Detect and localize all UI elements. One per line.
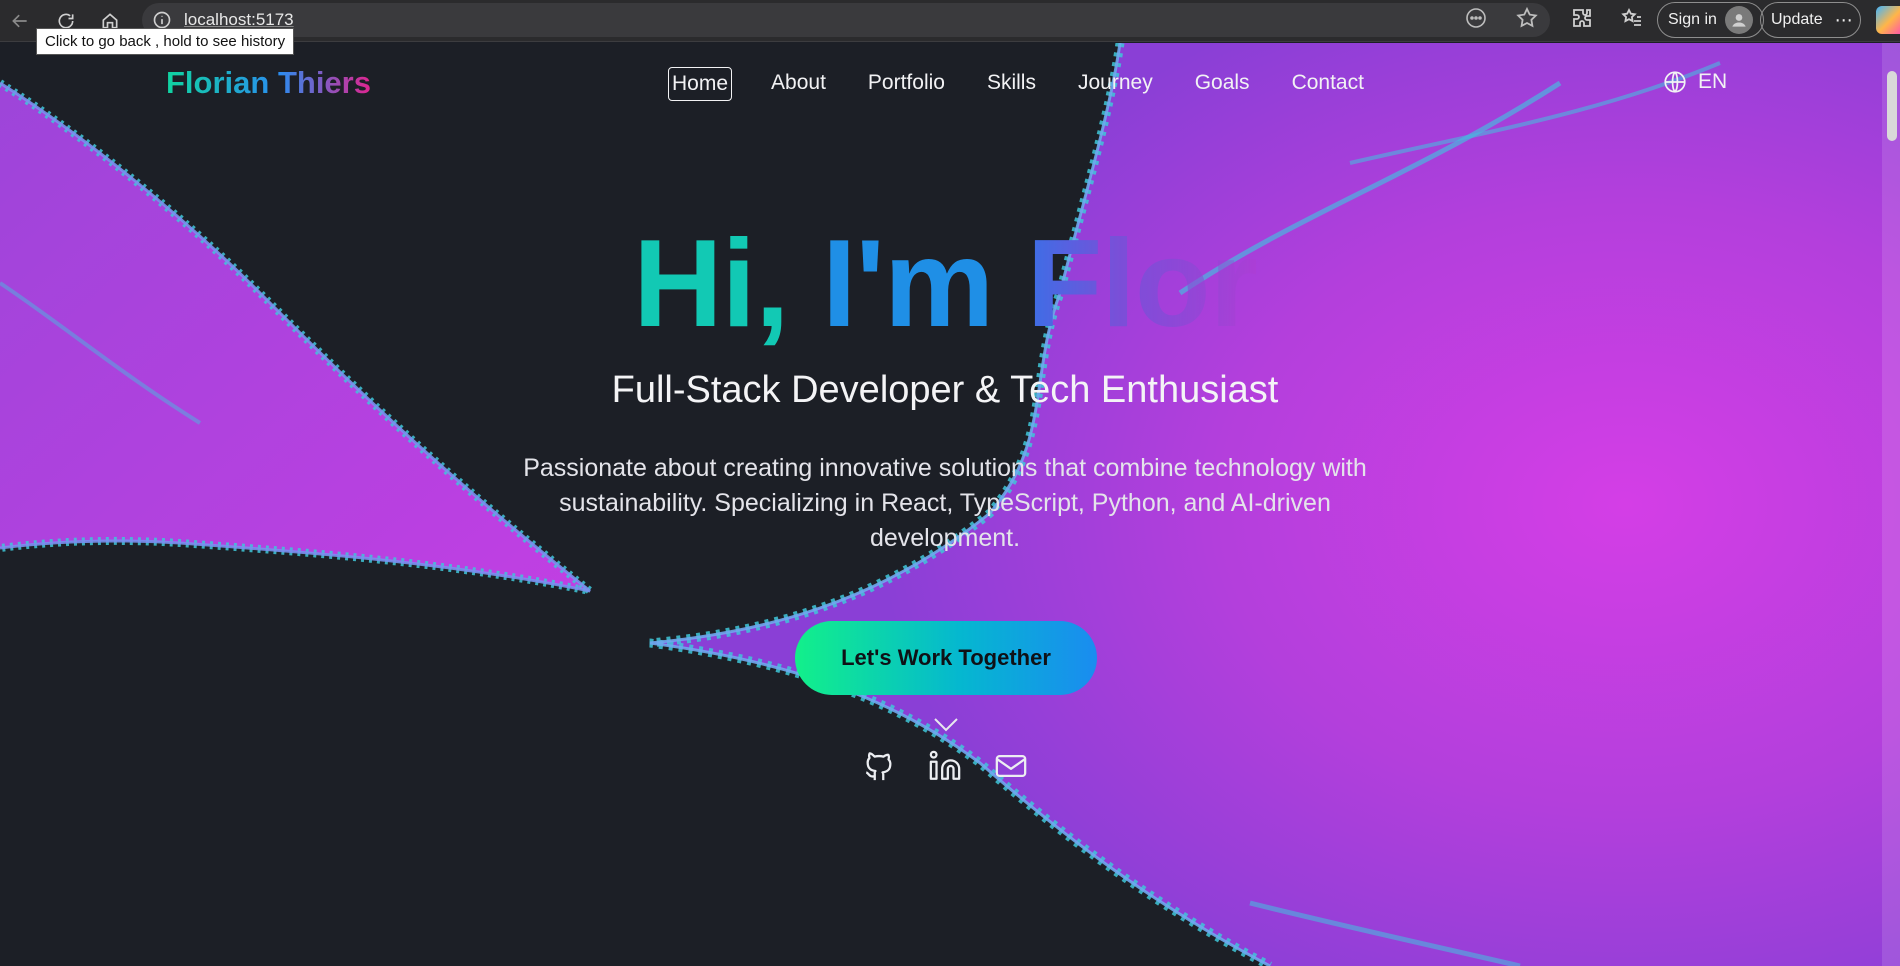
github-icon[interactable]	[862, 749, 896, 783]
url-text[interactable]: localhost:5173	[184, 10, 294, 30]
copilot-icon[interactable]	[1876, 6, 1900, 34]
nav-about[interactable]: About	[768, 67, 829, 101]
nav-contact[interactable]: Contact	[1289, 67, 1367, 101]
favorites-list-icon[interactable]	[1620, 6, 1644, 30]
mail-icon[interactable]	[994, 749, 1028, 783]
scrollbar-thumb[interactable]	[1887, 71, 1897, 141]
update-label: Update	[1771, 11, 1823, 28]
globe-icon	[1664, 71, 1686, 93]
back-button-tooltip: Click to go back , hold to see history	[36, 28, 295, 55]
linkedin-icon[interactable]	[928, 749, 962, 783]
ellipsis-icon[interactable]: ⋯	[1835, 10, 1854, 31]
chevron-down-icon[interactable]	[932, 716, 960, 734]
hero-title-part2: I'm	[822, 215, 994, 353]
avatar-icon	[1724, 6, 1753, 34]
work-together-button[interactable]: Let's Work Together	[795, 621, 1097, 695]
more-circle-icon[interactable]	[1464, 6, 1488, 30]
hero-title-part1: Hi,	[633, 215, 789, 353]
update-button[interactable]: Update ⋯	[1760, 2, 1861, 38]
nav-skills[interactable]: Skills	[984, 67, 1039, 101]
hero-title: Hi, I'm Flor	[0, 213, 1890, 355]
site-logo[interactable]: Florian Thiers	[166, 65, 371, 101]
puzzle-icon[interactable]	[1570, 6, 1594, 30]
nav-goals[interactable]: Goals	[1192, 67, 1253, 101]
page-scrollbar[interactable]	[1882, 43, 1900, 966]
social-links	[862, 749, 1028, 783]
info-icon[interactable]	[152, 10, 172, 30]
main-nav: Home About Portfolio Skills Journey Goal…	[668, 67, 1403, 101]
nav-journey[interactable]: Journey	[1075, 67, 1156, 101]
language-label: EN	[1698, 70, 1728, 93]
hero-subtitle: Full-Stack Developer & Tech Enthusiast	[611, 369, 1279, 411]
hero-title-part3: Flor	[1026, 215, 1258, 353]
sign-in-button[interactable]: Sign in	[1657, 2, 1764, 38]
nav-home[interactable]: Home	[668, 67, 733, 101]
star-icon[interactable]	[1515, 6, 1539, 30]
website-viewport: Florian Thiers Home About Portfolio Skil…	[0, 43, 1900, 966]
back-arrow-icon[interactable]	[4, 5, 36, 37]
address-bar[interactable]: localhost:5173	[142, 3, 1550, 37]
hero-description: Passionate about creating innovative sol…	[523, 454, 1367, 552]
language-switcher[interactable]: EN	[1662, 69, 1727, 95]
sign-in-label: Sign in	[1668, 11, 1717, 28]
nav-portfolio[interactable]: Portfolio	[865, 67, 948, 101]
